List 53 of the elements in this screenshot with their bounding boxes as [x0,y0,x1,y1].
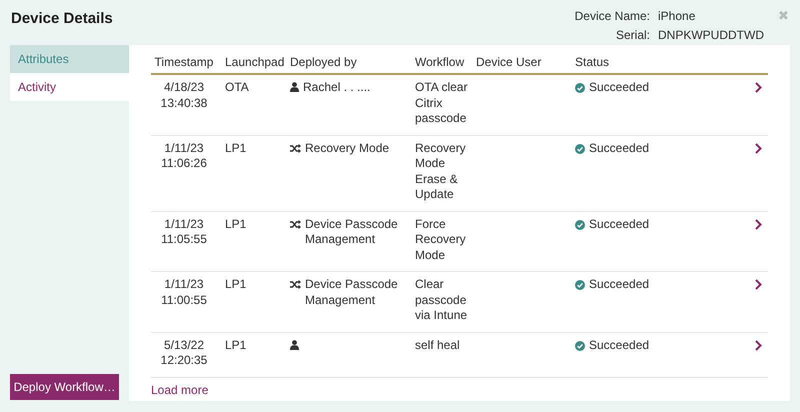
chevron-right-icon[interactable] [755,340,762,350]
load-more-link[interactable]: Load more [151,380,208,398]
table-cell-text: Clear passcode via Intune [415,277,468,324]
user-icon [290,340,299,350]
column-header: Device User [476,55,542,69]
field-value: DNPKWPUDDTWD [658,26,764,44]
shuffle-icon [290,144,301,152]
shuffle-icon [290,220,301,228]
field-value: iPhone [658,8,696,25]
chevron-right-icon[interactable] [755,142,762,154]
table-cell: LP1 [225,140,246,154]
table-cell-text: Device Passcode Management [305,277,399,308]
shuffle-icon [290,280,301,289]
status-text: Succeeded [589,140,650,156]
table-cell: LP1 [225,338,246,352]
status-text: Succeeded [589,80,650,96]
check-circle-icon [575,144,585,154]
column-header: Deployed by [290,54,357,71]
check-circle-icon [575,220,585,230]
chevron-right-icon[interactable] [755,279,762,290]
timestamp: 4/18/23 13:40:38 [160,80,208,111]
status-text: Succeeded [589,338,650,353]
column-header: Workflow [415,55,464,69]
chevron-right-icon[interactable] [755,82,762,93]
check-circle-icon [575,280,585,290]
table-cell: Rachel . . .... [303,80,370,96]
check-circle-icon [575,83,585,93]
table-cell: Recovery Mode [305,140,390,156]
column-header: Status [575,55,610,69]
timestamp: 1/11/23 11:06:26 [160,140,208,172]
table-cell-text: OTA clear Citrix passcode [415,80,468,126]
chevron-right-icon[interactable] [755,218,762,230]
table-cell: LP1 [225,277,246,291]
user-icon [290,82,299,92]
table-cell-text: Recovery Mode Erase & Update [415,140,467,202]
table-cell: OTA [225,80,249,94]
timestamp: 1/11/23 11:00:55 [160,277,208,308]
timestamp: 5/13/22 12:20:35 [160,338,208,368]
table-cell-text: Force Recovery Mode [415,216,467,263]
column-header: Launchpad [225,55,284,69]
column-header: Timestamp [154,55,214,69]
sidebar-tab[interactable]: Activity [10,73,129,101]
table-cell-text: self heal [415,338,461,353]
status-text: Succeeded [589,277,650,292]
deploy-workflow-button[interactable]: Deploy Workflow… [10,374,119,400]
field-label: Device Name: [574,8,650,25]
timestamp: 1/11/23 11:05:55 [160,216,208,248]
status-text: Succeeded [589,216,650,232]
window-title: Device Details [11,9,114,29]
field-label: Serial: [614,26,650,44]
check-circle-icon [575,340,585,350]
table-cell-text: Device Passcode Management [305,216,399,248]
table-cell: LP1 [225,216,246,230]
